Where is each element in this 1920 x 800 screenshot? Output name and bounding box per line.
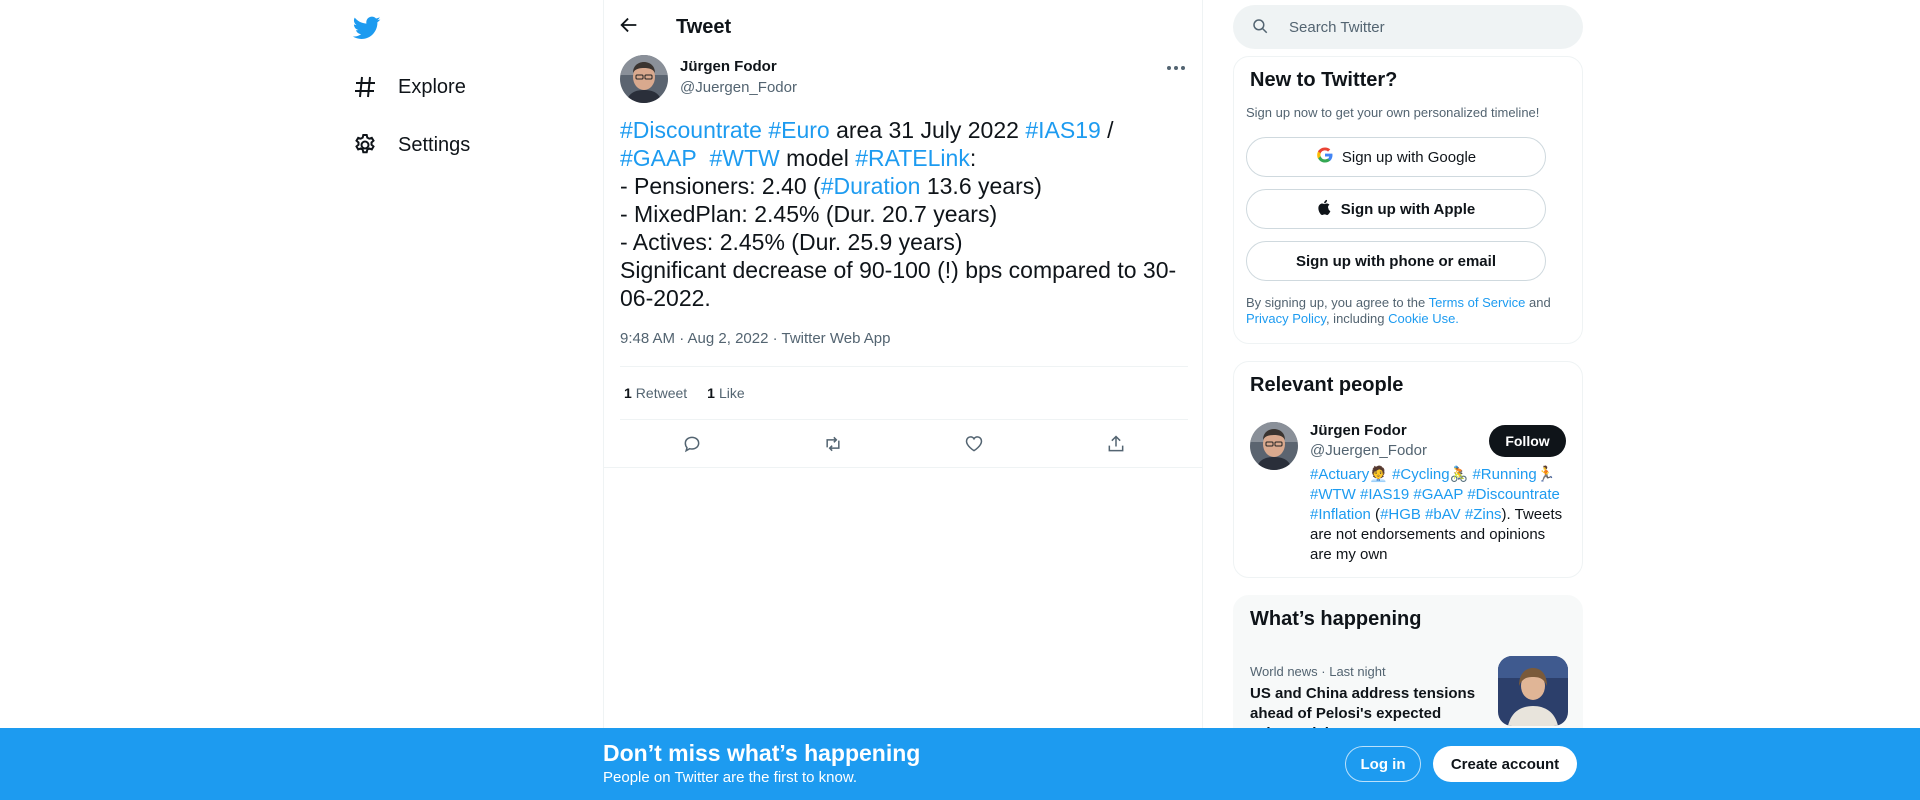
nav-item-label: Settings	[398, 133, 471, 156]
avatar[interactable]	[620, 55, 668, 103]
hashtag-link[interactable]: #IAS19	[1360, 486, 1409, 503]
page-title: Tweet	[676, 16, 732, 38]
signup-banner: Don’t miss what’s happening People on Tw…	[0, 728, 1920, 800]
hashtag-link[interactable]: #IAS19	[1025, 117, 1100, 143]
follow-button[interactable]: Follow	[1489, 425, 1566, 457]
person-name[interactable]: Jürgen Fodor	[1310, 422, 1407, 439]
retweet-stat[interactable]: 1 Retweet	[624, 385, 687, 401]
hashtag-link[interactable]: #GAAP	[1413, 486, 1463, 503]
nav-item-label: Explore	[398, 75, 466, 98]
tweet-text-segment: - Pensioners: 2.40 (	[620, 173, 821, 199]
signup-phone-label: Sign up with phone or email	[1295, 252, 1496, 270]
twitter-logo-icon[interactable]	[352, 14, 384, 42]
hashtag-link[interactable]: #Actuary	[1310, 466, 1369, 483]
card-title: Relevant people	[1250, 374, 1404, 396]
hashtag-link[interactable]: #WTW	[710, 145, 780, 171]
signup-apple-label: Sign up with Apple	[1340, 200, 1476, 218]
like-label: Like	[718, 385, 745, 401]
reply-icon[interactable]	[680, 432, 704, 456]
author-name[interactable]: Jürgen Fodor	[680, 58, 777, 75]
tweet-text-segment: /	[1100, 117, 1114, 143]
retweet-label: Retweet	[635, 385, 688, 401]
legal-text: By signing up, you agree to the Terms of…	[1246, 295, 1566, 327]
hashtag-link[interactable]: #Running	[1472, 466, 1536, 483]
legal-text-segment: and	[1525, 295, 1551, 310]
main-column: Tweet Jürgen Fodor @Juergen_Fodor #Disco…	[603, 0, 1203, 800]
bio-text-segment: ).	[1501, 506, 1511, 523]
nav-item-explore[interactable]: Explore	[352, 71, 466, 103]
like-heart-icon[interactable]	[962, 432, 986, 456]
person-bio: #Actuary🧑‍💼 #Cycling🚴 #Running🏃 #WTW #IA…	[1310, 465, 1570, 565]
avatar[interactable]	[1250, 422, 1298, 470]
search-input[interactable]	[1289, 18, 1549, 36]
hashtag-link[interactable]: #WTW	[1310, 486, 1356, 503]
hashtag-link[interactable]: #Cycling	[1392, 466, 1450, 483]
tweet-text-line: - Actives: 2.45% (Dur. 25.9 years)	[620, 229, 963, 255]
create-account-button[interactable]: Create account	[1433, 746, 1577, 782]
divider	[620, 419, 1188, 420]
app: Explore Settings Tweet Jürgen Fodor @Jue…	[0, 0, 1920, 800]
banner-title: Don’t miss what’s happening	[603, 740, 921, 766]
like-stat[interactable]: 1 Like	[707, 385, 744, 401]
gear-icon	[352, 132, 378, 158]
relevant-people-card: Relevant people Jürgen Fodor @Juergen_Fo…	[1233, 361, 1583, 578]
hashtag-link[interactable]: #Duration	[821, 173, 921, 199]
like-count: 1	[707, 385, 715, 401]
search-bar[interactable]	[1233, 5, 1583, 49]
legal-text-segment: , including	[1325, 311, 1389, 326]
tweet-text: #Discountrate #Euro area 31 July 2022 #I…	[620, 116, 1180, 312]
tweet-text-segment: 13.6 years)	[920, 173, 1042, 199]
cookie-link[interactable]: Cookie Use.	[1388, 311, 1459, 326]
tweet-text-segment: model	[779, 145, 856, 171]
trend-meta: World news · Last night	[1250, 664, 1386, 679]
hashtag-link[interactable]: #Zins	[1465, 506, 1502, 523]
emoji: 🧑‍💼	[1369, 466, 1388, 483]
tweet-text-line: Significant decrease of 90-100 (!) bps c…	[620, 257, 1177, 311]
privacy-link[interactable]: Privacy Policy	[1246, 311, 1326, 326]
hashtag-link[interactable]: #RATELink	[855, 145, 970, 171]
divider	[604, 467, 1202, 468]
tweet-text-segment: area 31 July 2022	[829, 117, 1026, 143]
trend-thumbnail[interactable]	[1498, 656, 1568, 726]
divider	[620, 366, 1188, 367]
legal-text-segment: By signing up, you agree to the	[1246, 295, 1429, 310]
more-options-icon[interactable]	[1164, 58, 1188, 78]
hashtag-link[interactable]: #Euro	[768, 117, 829, 143]
card-title: New to Twitter?	[1250, 69, 1398, 91]
login-button[interactable]: Log in	[1345, 746, 1421, 782]
card-subtitle: Sign up now to get your own personalized…	[1246, 105, 1540, 120]
signup-phone-button[interactable]: Sign up with phone or email	[1246, 241, 1546, 281]
hashtag-link[interactable]: #GAAP	[620, 145, 697, 171]
retweet-count: 1	[624, 385, 632, 401]
author-handle[interactable]: @Juergen_Fodor	[680, 79, 797, 96]
bio-text-segment: (	[1370, 506, 1381, 523]
signup-apple-button[interactable]: Sign up with Apple	[1246, 189, 1546, 229]
google-logo-icon	[1316, 146, 1334, 168]
signup-google-label: Sign up with Google	[1341, 148, 1477, 166]
share-icon[interactable]	[1104, 432, 1128, 456]
hashtag-link[interactable]: #Inflation	[1310, 506, 1371, 523]
tweet-text-segment: :	[969, 145, 977, 171]
signup-google-button[interactable]: Sign up with Google	[1246, 137, 1546, 177]
terms-link[interactable]: Terms of Service	[1429, 295, 1526, 310]
apple-logo-icon	[1317, 198, 1333, 220]
retweet-icon[interactable]	[821, 432, 845, 456]
back-arrow-icon[interactable]	[618, 14, 642, 38]
hashtag-link[interactable]: #bAV	[1425, 506, 1461, 523]
tweet-stats: 1 Retweet 1 Like	[624, 385, 745, 401]
banner-subtitle: People on Twitter are the first to know.	[603, 769, 858, 786]
hashtag-link[interactable]: #Discountrate	[620, 117, 762, 143]
nav-item-settings[interactable]: Settings	[352, 129, 470, 161]
new-to-twitter-card: New to Twitter? Sign up now to get your …	[1233, 56, 1583, 344]
person-handle[interactable]: @Juergen_Fodor	[1310, 442, 1427, 459]
hashtag-link[interactable]: #Discountrate	[1467, 486, 1560, 503]
card-title: What’s happening	[1250, 608, 1422, 630]
hashtag-link[interactable]: #HGB	[1380, 506, 1421, 523]
emoji: 🚴	[1449, 466, 1469, 483]
tweet-timestamp[interactable]: 9:48 AM · Aug 2, 2022 · Twitter Web App	[620, 330, 890, 347]
tweet-text-line: - MixedPlan: 2.45% (Dur. 20.7 years)	[620, 201, 998, 227]
emoji: 🏃	[1536, 466, 1556, 483]
search-icon	[1251, 17, 1271, 37]
hashtag-icon	[352, 74, 378, 100]
